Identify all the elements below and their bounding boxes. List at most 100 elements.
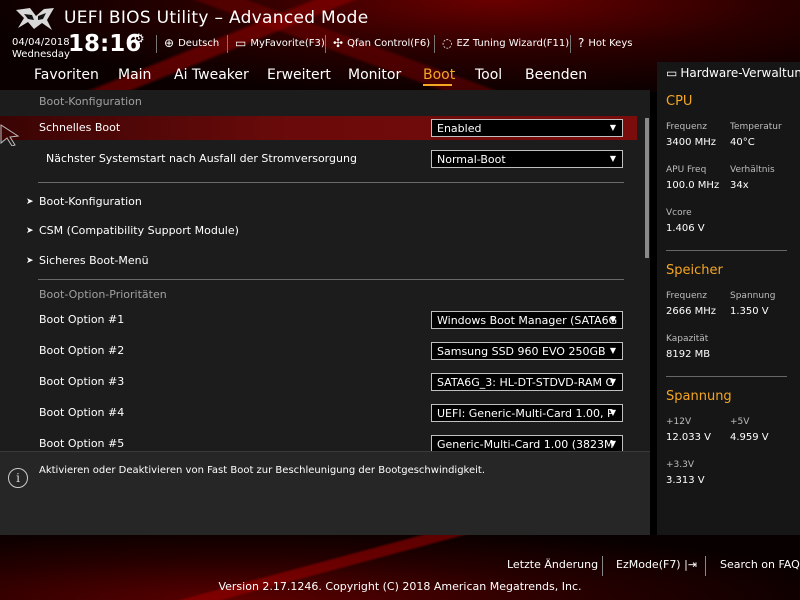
boot-option-4-label: Boot Option #4 bbox=[39, 406, 125, 419]
chevron-down-icon: ▼ bbox=[609, 154, 616, 163]
globe-icon: ⊕ bbox=[164, 36, 175, 50]
fan-icon: ✣ bbox=[333, 36, 344, 50]
qfan-label: Qfan Control(F6) bbox=[347, 37, 431, 49]
ezmode-button[interactable]: EzMode(F7) |⇥ bbox=[616, 558, 697, 571]
cpu-temp-value: 40°C bbox=[730, 137, 755, 148]
cpu-heading: CPU bbox=[666, 94, 693, 109]
ezmode-label: EzMode(F7) bbox=[616, 558, 681, 571]
rog-logo-icon bbox=[16, 8, 54, 30]
section-title: Boot-Konfiguration bbox=[39, 95, 142, 108]
favorite-icon: ▭ bbox=[235, 36, 247, 50]
help-icon: ? bbox=[578, 36, 585, 50]
monitor-icon: ▭ bbox=[666, 66, 678, 80]
toolbar-separator bbox=[325, 35, 326, 53]
last-change-button[interactable]: Letzte Änderung bbox=[507, 558, 598, 571]
fast-boot-value: Enabled bbox=[437, 122, 482, 135]
ez-tuning-label: EZ Tuning Wizard(F11) bbox=[456, 37, 570, 49]
weekday: Wednesday bbox=[12, 49, 70, 60]
submenu-csm[interactable]: CSM (Compatibility Support Module) bbox=[39, 224, 439, 237]
boot-option-4-select[interactable]: UEFI: Generic-Multi-Card 1.00, P ▼ bbox=[431, 404, 623, 422]
v12-label: +12V bbox=[666, 417, 692, 427]
tab-erweitert[interactable]: Erweitert bbox=[267, 67, 331, 83]
active-tab-indicator bbox=[423, 84, 452, 86]
boot-option-5-label: Boot Option #5 bbox=[39, 437, 125, 450]
tab-ai-tweaker[interactable]: Ai Tweaker bbox=[174, 67, 249, 83]
next-boot-value: Normal-Boot bbox=[437, 153, 506, 166]
v33-label: +3.3V bbox=[666, 460, 695, 470]
submenu-arrow-icon: ➤ bbox=[26, 256, 34, 266]
next-boot-select[interactable]: Normal-Boot ▼ bbox=[431, 150, 623, 168]
chevron-down-icon: ▼ bbox=[609, 346, 616, 355]
boot-option-3-value: SATA6G_3: HL-DT-STDVD-RAM G bbox=[437, 376, 614, 389]
tab-tool[interactable]: Tool bbox=[475, 67, 502, 83]
boot-option-1-label: Boot Option #1 bbox=[39, 313, 125, 326]
submenu-arrow-icon: ➤ bbox=[26, 226, 34, 236]
bulb-icon: ◌ bbox=[442, 36, 453, 50]
tab-boot[interactable]: Boot bbox=[423, 67, 455, 83]
chevron-down-icon: ▼ bbox=[609, 377, 616, 386]
vcore-label: Vcore bbox=[666, 208, 692, 218]
clock[interactable]: 18:16 bbox=[68, 31, 141, 57]
myfavorite-label: MyFavorite(F3) bbox=[250, 37, 325, 49]
boot-option-5-value: Generic-Multi-Card 1.00 (3823M bbox=[437, 438, 614, 451]
v5-value: 4.959 V bbox=[730, 432, 769, 443]
boot-option-1-value: Windows Boot Manager (SATA6G bbox=[437, 314, 618, 327]
fast-boot-label: Schnelles Boot bbox=[39, 121, 121, 134]
boot-option-3-label: Boot Option #3 bbox=[39, 375, 125, 388]
ratio-label: Verhältnis bbox=[730, 165, 775, 175]
tab-monitor[interactable]: Monitor bbox=[348, 67, 401, 83]
divider bbox=[666, 250, 787, 251]
vcore-value: 1.406 V bbox=[666, 223, 705, 234]
toolbar-separator bbox=[570, 35, 571, 53]
clock-settings-gear-icon[interactable]: ⚙ bbox=[133, 32, 145, 47]
boot-option-5-select[interactable]: Generic-Multi-Card 1.00 (3823M ▼ bbox=[431, 435, 623, 451]
memory-freq-value: 2666 MHz bbox=[666, 306, 717, 317]
toolbar-separator bbox=[434, 35, 435, 53]
toolbar-separator bbox=[227, 35, 228, 53]
memory-freq-label: Frequenz bbox=[666, 291, 707, 301]
tab-main[interactable]: Main bbox=[118, 67, 151, 83]
submenu-secure-boot[interactable]: Sicheres Boot-Menü bbox=[39, 254, 439, 267]
submenu-arrow-icon: ➤ bbox=[26, 197, 34, 207]
footer-separator bbox=[705, 556, 706, 576]
hotkeys-label: Hot Keys bbox=[588, 37, 633, 49]
divider bbox=[666, 376, 787, 377]
language-label: Deutsch bbox=[178, 37, 220, 49]
boot-option-4-value: UEFI: Generic-Multi-Card 1.00, P bbox=[437, 407, 614, 420]
hardware-monitor-title: ▭ Hardware-Verwaltung bbox=[666, 66, 800, 80]
toolbar-separator bbox=[156, 35, 157, 53]
boot-option-2-value: Samsung SSD 960 EVO 250GB bbox=[437, 345, 606, 358]
boot-option-2-select[interactable]: Samsung SSD 960 EVO 250GB ▼ bbox=[431, 342, 623, 360]
hardware-monitor-label: Hardware-Verwaltung bbox=[680, 66, 800, 80]
chevron-down-icon: ▼ bbox=[609, 315, 616, 324]
main-nav: Favoriten Main Ai Tweaker Erweitert Moni… bbox=[0, 62, 650, 88]
tab-beenden[interactable]: Beenden bbox=[525, 67, 587, 83]
voltage-heading: Spannung bbox=[666, 389, 732, 404]
boot-option-1-select[interactable]: Windows Boot Manager (SATA6G ▼ bbox=[431, 311, 623, 329]
help-text: Aktivieren oder Deaktivieren von Fast Bo… bbox=[39, 465, 486, 476]
cpu-freq-label: Frequenz bbox=[666, 122, 707, 132]
submenu-boot-config[interactable]: Boot-Konfiguration bbox=[39, 195, 439, 208]
chevron-down-icon: ▼ bbox=[609, 439, 616, 448]
search-faq-button[interactable]: Search on FAQ bbox=[720, 558, 800, 571]
section-title: Boot-Option-Prioritäten bbox=[39, 288, 167, 301]
settings-panel: Boot-Konfiguration Schnelles Boot Enable… bbox=[0, 90, 650, 451]
scrollbar[interactable] bbox=[645, 118, 649, 258]
boot-option-3-select[interactable]: SATA6G_3: HL-DT-STDVD-RAM G ▼ bbox=[431, 373, 623, 391]
hotkeys-button[interactable]: ? Hot Keys bbox=[578, 37, 632, 49]
apu-freq-value: 100.0 MHz bbox=[666, 180, 720, 191]
chevron-down-icon: ▼ bbox=[609, 408, 616, 417]
myfavorite-button[interactable]: ▭ MyFavorite(F3) bbox=[235, 37, 325, 49]
next-boot-label: Nächster Systemstart nach Ausfall der St… bbox=[46, 152, 357, 165]
qfan-button[interactable]: ✣ Qfan Control(F6) bbox=[333, 37, 430, 49]
fast-boot-select[interactable]: Enabled ▼ bbox=[431, 119, 623, 137]
help-panel: i Aktivieren oder Deaktivieren von Fast … bbox=[0, 451, 650, 535]
v5-label: +5V bbox=[730, 417, 750, 427]
language-button[interactable]: ⊕ Deutsch bbox=[164, 37, 219, 49]
info-icon: i bbox=[8, 468, 28, 488]
version-text: Version 2.17.1246. Copyright (C) 2018 Am… bbox=[218, 580, 582, 593]
exit-icon: |⇥ bbox=[684, 558, 698, 571]
ez-tuning-button[interactable]: ◌ EZ Tuning Wizard(F11) bbox=[442, 37, 569, 49]
date-display: 04/04/2018 Wednesday bbox=[12, 37, 70, 61]
tab-favoriten[interactable]: Favoriten bbox=[34, 67, 99, 83]
